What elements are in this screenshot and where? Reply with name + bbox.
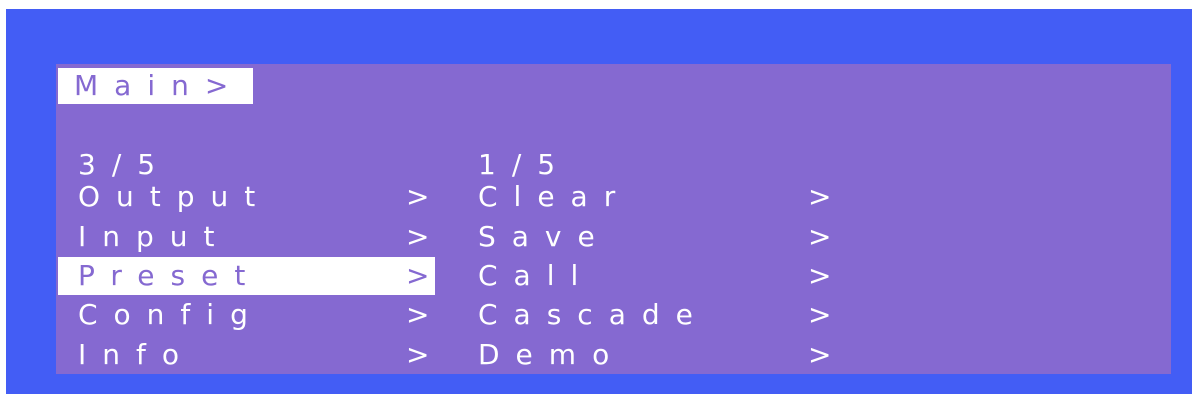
lcd-menu-screen: Main> 3/5 1/5 Output > Clear > Input > S…: [56, 64, 1171, 374]
menu-item-input-arrow: >: [406, 220, 446, 253]
breadcrumb: Main>: [58, 68, 253, 104]
submenu-item-save[interactable]: Save: [478, 218, 611, 256]
menu-item-config[interactable]: Config: [78, 296, 264, 334]
menu-item-input[interactable]: Input: [78, 218, 231, 256]
menu-item-info-arrow: >: [406, 338, 446, 371]
submenu-item-demo[interactable]: Demo: [478, 336, 625, 374]
menu-item-info[interactable]: Info: [78, 336, 195, 374]
submenu-item-call[interactable]: Call: [478, 257, 594, 295]
submenu-item-cascade[interactable]: Cascade: [478, 296, 709, 334]
menu-item-preset-arrow: >: [406, 259, 446, 292]
device-frame: Main> 3/5 1/5 Output > Clear > Input > S…: [6, 9, 1192, 394]
menu-item-config-arrow: >: [406, 298, 446, 331]
menu-item-preset[interactable]: Preset: [78, 257, 261, 295]
submenu-item-save-arrow: >: [808, 220, 848, 253]
submenu-item-demo-arrow: >: [808, 338, 848, 371]
submenu-item-call-arrow: >: [808, 259, 848, 292]
submenu-item-clear[interactable]: Clear: [478, 178, 631, 216]
menu-item-output[interactable]: Output: [78, 178, 271, 216]
menu-item-output-arrow: >: [406, 180, 446, 213]
submenu-item-clear-arrow: >: [808, 180, 848, 213]
submenu-item-cascade-arrow: >: [808, 298, 848, 331]
